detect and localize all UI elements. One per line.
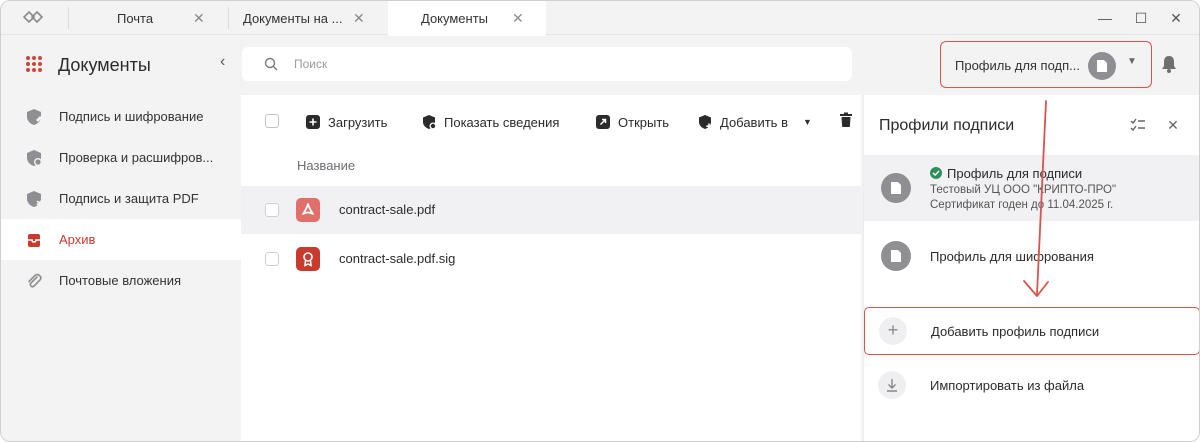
close-window-button[interactable]: ✕ (1165, 7, 1187, 29)
table-row[interactable]: contract-sale.pdf.sig (241, 235, 861, 283)
add-profile-label: Добавить профиль подписи (931, 324, 1100, 339)
shield-pdf-icon (27, 191, 42, 207)
sidebar-item-mail-attachments[interactable]: Почтовые вложения (1, 260, 241, 301)
bell-icon[interactable] (1161, 55, 1177, 73)
upload-button[interactable]: Загрузить (305, 112, 387, 132)
checklist-icon[interactable] (1129, 116, 1147, 134)
add-to-label: Добавить в (720, 114, 788, 130)
profile-selector-label: Профиль для подп... (955, 58, 1080, 73)
tab-label: Документы на ... (243, 11, 343, 26)
shield-info-icon (423, 115, 437, 130)
tab-documents-on[interactable]: Документы на ... ✕ (229, 1, 387, 35)
close-icon[interactable]: ✕ (353, 10, 365, 27)
sidebar-item-label: Почтовые вложения (59, 273, 182, 288)
maximize-button[interactable]: ☐ (1130, 7, 1152, 29)
sidebar-item-sign-pdf[interactable]: Подпись и защита PDF (1, 178, 241, 219)
add-profile-button[interactable]: + Добавить профиль подписи (864, 307, 1199, 355)
default-check-icon (930, 167, 942, 179)
open-external-icon (596, 115, 610, 129)
profile-name: Профиль для подписи (947, 166, 1083, 181)
sidebar-item-label: Подпись и защита PDF (59, 191, 199, 206)
document-icon (1097, 60, 1107, 72)
toolbar: Загрузить Показать сведения Открыть Доба… (241, 95, 861, 147)
shield-check-icon (27, 150, 42, 166)
app-logo-icon (23, 10, 44, 24)
import-label: Импортировать из файла (930, 378, 1085, 393)
document-icon (891, 182, 901, 194)
search-input[interactable] (294, 54, 814, 74)
row-checkbox[interactable] (265, 203, 279, 217)
chevron-down-icon[interactable]: ▼ (1127, 56, 1137, 67)
shield-add-icon (699, 115, 712, 129)
app-window: Почта ✕ Документы на ... ✕ Документы ✕ —… (0, 0, 1200, 442)
sidebar-item-label: Проверка и расшифров... (59, 150, 214, 165)
signature-profiles-panel: Профили подписи ✕ Профиль для подписи Те… (863, 95, 1199, 441)
profile-avatar (881, 241, 911, 271)
paperclip-icon (28, 273, 42, 288)
profile-item-signing[interactable]: Профиль для подписи Тестовый УЦ ООО "КРИ… (864, 155, 1199, 221)
close-panel-icon[interactable]: ✕ (1164, 116, 1182, 134)
select-all-checkbox[interactable] (265, 114, 279, 128)
sidebar-item-sign-encrypt[interactable]: Подпись и шифрование (1, 96, 241, 137)
open-label: Открыть (618, 114, 670, 130)
show-info-label: Показать сведения (444, 114, 560, 130)
search-icon (264, 57, 278, 71)
archive-icon (28, 234, 40, 247)
show-info-button[interactable]: Показать сведения (421, 112, 559, 132)
apps-grid-icon[interactable] (26, 56, 42, 72)
page-title: Документы (58, 55, 151, 75)
documents-panel: Загрузить Показать сведения Открыть Доба… (241, 95, 861, 441)
sidebar-item-label: Подпись и шифрование (59, 109, 204, 124)
profile-issuer: Тестовый УЦ ООО "КРИПТО-ПРО" (930, 184, 1117, 196)
sidebar-header: Документы ‹ (1, 36, 241, 94)
profile-name: Профиль для шифрования (930, 249, 1094, 264)
open-button[interactable]: Открыть (595, 112, 669, 132)
table-row[interactable]: contract-sale.pdf (241, 186, 861, 234)
column-header-name[interactable]: Название (297, 158, 355, 173)
tab-mail[interactable]: Почта ✕ (69, 1, 227, 35)
trash-icon[interactable] (839, 112, 853, 128)
profile-validity: Сертификат годен до 11.04.2025 г. (930, 199, 1114, 211)
import-from-file-button[interactable]: Импортировать из файла (864, 361, 1199, 409)
upload-label: Загрузить (328, 114, 388, 130)
title-bar: Почта ✕ Документы на ... ✕ Документы ✕ —… (1, 1, 1199, 36)
sidebar-item-label: Архив (59, 232, 96, 247)
sidebar-item-archive[interactable]: Архив (1, 219, 241, 260)
plus-icon: + (879, 317, 907, 345)
search-bar (242, 47, 852, 81)
document-icon (891, 250, 901, 262)
download-icon (878, 371, 906, 399)
add-to-button[interactable]: Добавить в (697, 112, 788, 132)
shield-pen-icon (27, 109, 42, 125)
tab-label: Документы (421, 11, 489, 26)
pdf-icon (296, 198, 320, 222)
tab-label: Почта (117, 11, 154, 26)
add-to-dropdown-icon[interactable]: ▼ (803, 117, 812, 127)
row-checkbox[interactable] (265, 252, 279, 266)
close-icon[interactable]: ✕ (193, 10, 205, 27)
close-icon[interactable]: ✕ (512, 10, 524, 27)
profile-selector[interactable]: Профиль для подп... ▼ (940, 41, 1152, 88)
sidebar: Документы ‹ Подпись и шифрование Проверк… (1, 36, 241, 441)
profile-avatar (881, 173, 911, 203)
signature-icon (296, 247, 320, 271)
panel-title: Профили подписи (879, 117, 1015, 134)
file-name: contract-sale.pdf (339, 202, 436, 217)
tab-documents[interactable]: Документы ✕ (388, 1, 546, 36)
upload-icon (306, 115, 320, 129)
profile-item-encryption[interactable]: Профиль для шифрования (864, 231, 1199, 281)
file-name: contract-sale.pdf.sig (339, 251, 456, 266)
profile-avatar (1088, 52, 1116, 80)
collapse-sidebar-icon[interactable]: ‹ (220, 53, 225, 71)
minimize-button[interactable]: — (1094, 7, 1116, 29)
sidebar-item-verify-decrypt[interactable]: Проверка и расшифров... (1, 137, 241, 178)
